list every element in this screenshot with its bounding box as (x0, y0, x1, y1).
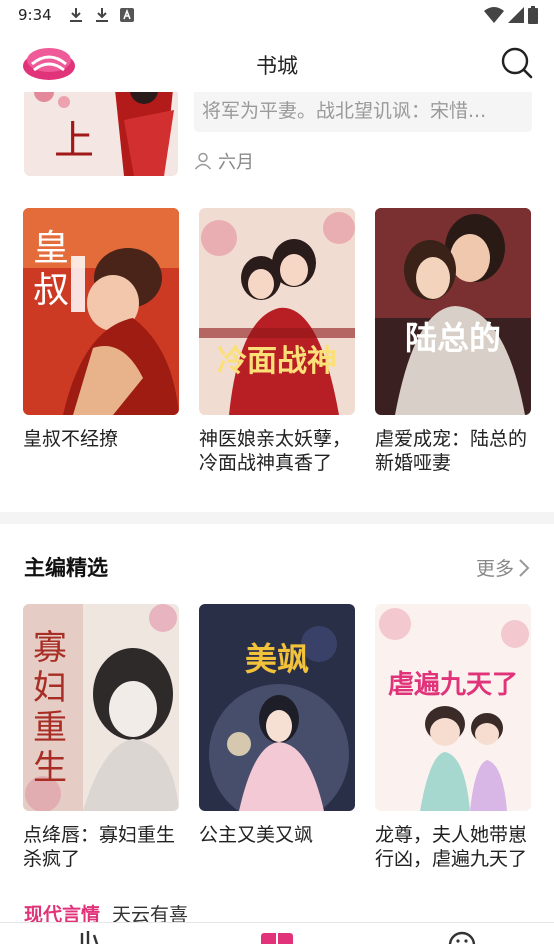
book-card[interactable]: 虐遍九天了 龙尊，夫人她带崽行凶，虐遍九天了 (375, 604, 531, 871)
more-button[interactable]: 更多 (476, 554, 530, 581)
book-cover[interactable]: 寡妇重生 (23, 604, 179, 811)
search-icon[interactable] (500, 46, 534, 80)
book-cover[interactable]: 陆总的 (375, 208, 531, 415)
signal-icon (508, 7, 524, 23)
tab-modern-romance[interactable]: 现代言情 (24, 900, 100, 922)
book-cover[interactable]: 上 (24, 92, 178, 176)
wifi-icon (484, 7, 504, 23)
bookstore-icon[interactable] (261, 929, 293, 944)
more-label: 更多 (475, 558, 514, 580)
section-title: 主编精选 (24, 556, 108, 580)
status-time: 9:34 (18, 6, 52, 24)
book-title[interactable]: 皇叔不经撩 (23, 427, 179, 451)
tab-next-item[interactable]: 天云有喜 (112, 900, 188, 922)
section-header: 主编精选 更多 (0, 548, 554, 582)
book-title[interactable]: 龙尊，夫人她带崽行凶，虐遍九天了 (375, 823, 531, 871)
system-icons (484, 6, 538, 24)
bottom-nav (0, 922, 554, 944)
cover-text: 陆总的 (404, 319, 501, 357)
book-cover[interactable]: 虐遍九天了 (375, 604, 531, 811)
notification-icons (68, 7, 134, 23)
profile-icon[interactable] (446, 929, 478, 944)
book-title[interactable]: 点绛唇：寡妇重生杀疯了 (23, 823, 179, 871)
bookstore-content[interactable]: 上 将军为平妻。战北望讥讽：宋惜... 六月 皇叔 皇叔不经撩 冷面战神 神医娘… (0, 92, 554, 922)
book-description: 将军为平妻。战北望讥讽：宋惜... (194, 92, 532, 132)
accessibility-icon (119, 8, 134, 22)
download-icon (69, 8, 82, 22)
book-card[interactable]: 寡妇重生 点绛唇：寡妇重生杀疯了 (23, 604, 179, 871)
download-icon (95, 8, 108, 22)
section-divider (0, 512, 554, 524)
book-card[interactable]: 皇叔 皇叔不经撩 (23, 208, 179, 451)
book-card[interactable]: 陆总的 虐爱成宠：陆总的新婚哑妻 (375, 208, 531, 475)
book-title[interactable]: 神医娘亲太妖孽，冷面战神真香了 (199, 427, 355, 475)
app-header: 书城 (0, 36, 554, 92)
chevron-right-icon (519, 558, 530, 577)
cover-text: 寡妇重生 (33, 628, 67, 788)
book-card[interactable]: 美飒 公主又美又飒 (199, 604, 355, 847)
bookshelf-icon[interactable] (76, 929, 108, 944)
cover-text: 皇叔 (33, 228, 70, 311)
cover-text: 美飒 (244, 640, 309, 678)
user-icon (194, 152, 212, 170)
book-cover[interactable]: 皇叔 (23, 208, 179, 415)
battery-icon (528, 6, 538, 24)
book-title[interactable]: 公主又美又飒 (199, 823, 355, 847)
book-title[interactable]: 虐爱成宠：陆总的新婚哑妻 (375, 427, 531, 475)
book-card[interactable]: 冷面战神 神医娘亲太妖孽，冷面战神真香了 (199, 208, 355, 475)
status-bar: 9:34 (0, 0, 554, 30)
author-name: 六月 (218, 152, 254, 173)
page-title: 书城 (256, 54, 298, 78)
cover-text: 冷面战神 (217, 344, 337, 379)
book-author: 六月 (194, 148, 254, 174)
cover-text: 上 (54, 118, 94, 164)
book-cover[interactable]: 美飒 (199, 604, 355, 811)
category-tabs: 现代言情 天云有喜 (24, 900, 188, 922)
list-item[interactable]: 上 将军为平妻。战北望讥讽：宋惜... 六月 (0, 92, 554, 182)
book-cover[interactable]: 冷面战神 (199, 208, 355, 415)
cover-text: 虐遍九天了 (387, 670, 518, 700)
